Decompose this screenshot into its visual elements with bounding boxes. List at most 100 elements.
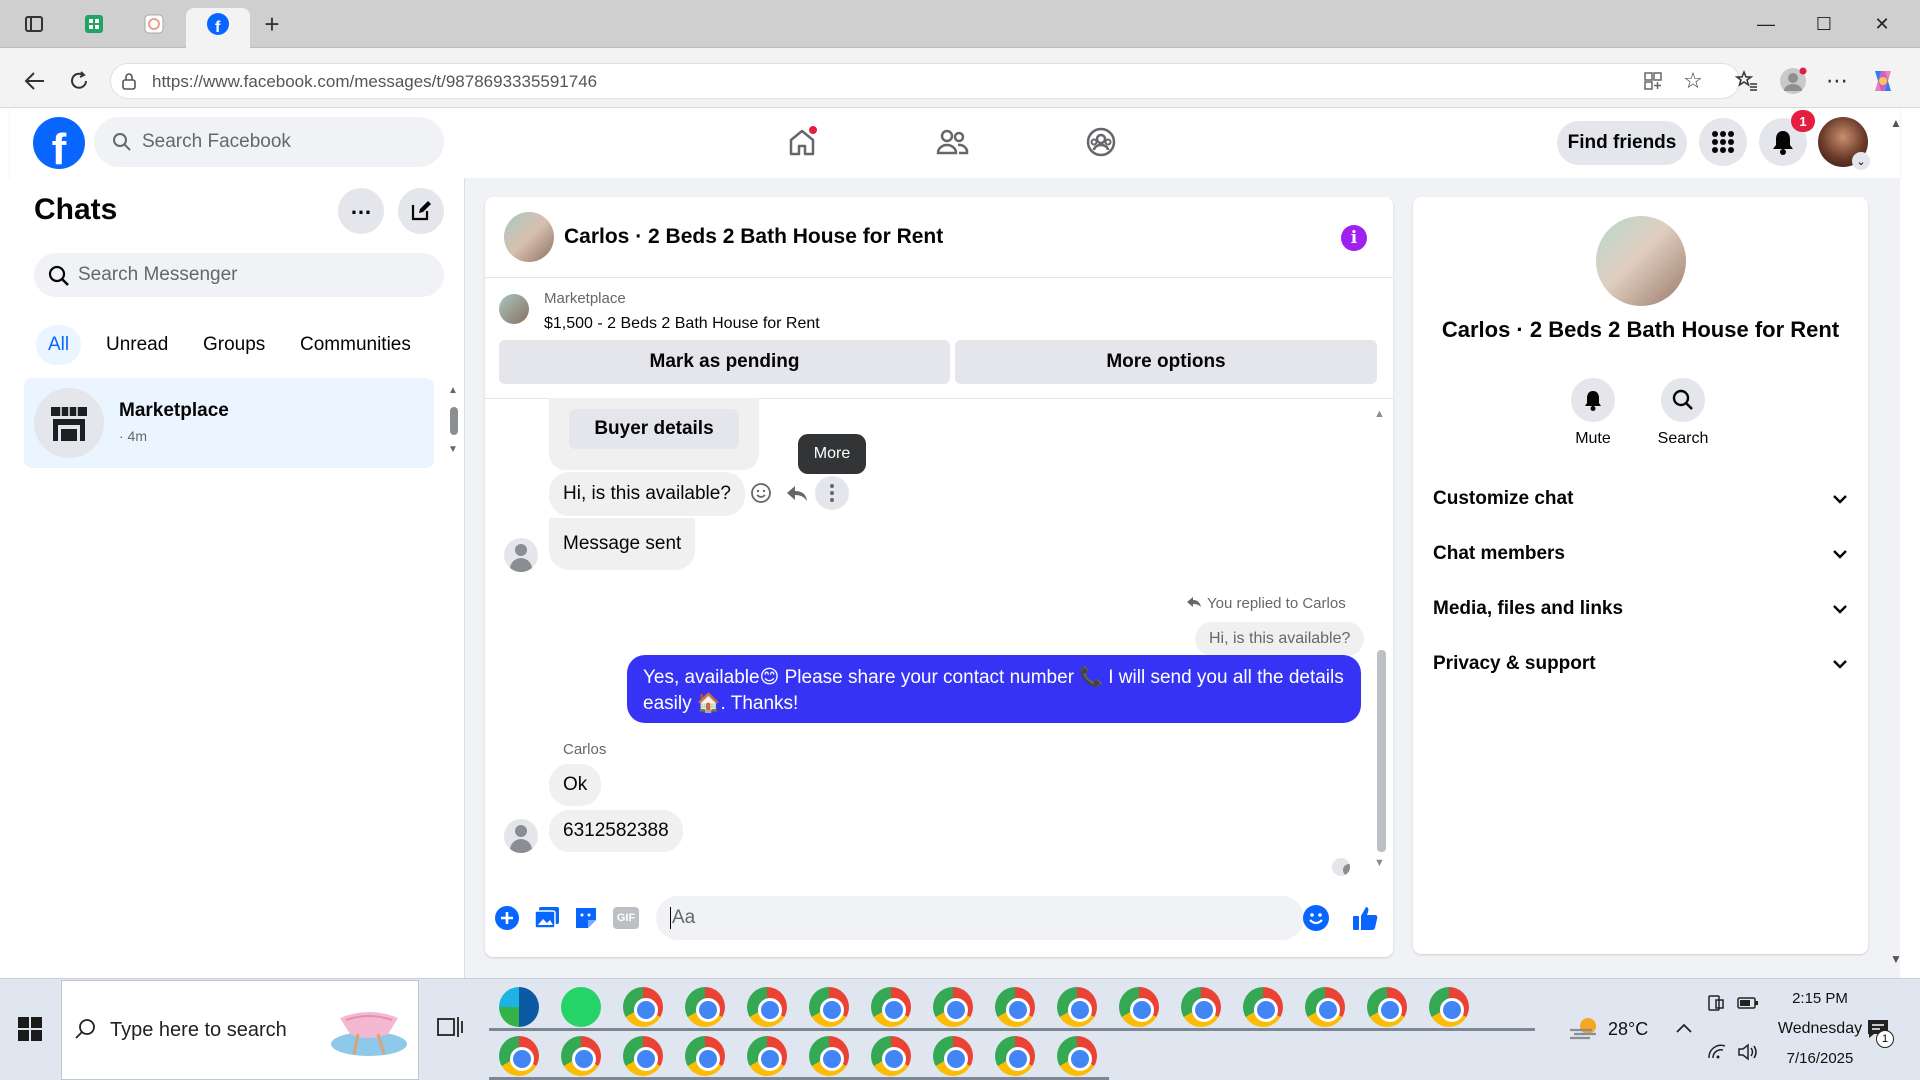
device-icon[interactable] (1707, 994, 1725, 1017)
close-window-button[interactable]: ✕ (1862, 12, 1902, 36)
filter-groups-tab[interactable]: Groups (191, 325, 277, 365)
camera-tab-icon[interactable] (136, 10, 172, 38)
chat-scroll-up-icon[interactable]: ▲ (1374, 408, 1385, 420)
chrome-app-icon[interactable] (623, 987, 663, 1027)
section-privacy-support[interactable]: Privacy & support (1433, 644, 1848, 684)
like-thumb-icon[interactable] (1350, 903, 1380, 933)
chrome-app-icon[interactable] (1057, 1036, 1097, 1076)
page-scroll-up-icon[interactable]: ▲ (1890, 116, 1902, 130)
facebook-logo[interactable]: f (33, 117, 85, 169)
chrome-app-icon[interactable] (747, 987, 787, 1027)
chrome-app-icon[interactable] (933, 1036, 973, 1076)
details-avatar[interactable] (1596, 216, 1686, 306)
chrome-app-icon[interactable] (499, 1036, 539, 1076)
tab-actions-icon[interactable] (16, 10, 52, 38)
favorite-star-icon[interactable]: ☆ (1676, 66, 1710, 96)
mute-button[interactable]: Mute (1548, 378, 1638, 448)
conversation-title[interactable]: Carlos · 2 Beds 2 Bath House for Rent (564, 225, 943, 249)
minimize-button[interactable]: — (1746, 12, 1786, 36)
chrome-app-icon[interactable] (747, 1036, 787, 1076)
chrome-app-icon[interactable] (623, 1036, 663, 1076)
sidebar-scroll-down-icon[interactable]: ▼ (448, 444, 458, 455)
new-tab-button[interactable]: + (254, 9, 290, 39)
chrome-app-icon[interactable] (995, 1036, 1035, 1076)
edge-app-icon[interactable] (499, 987, 539, 1027)
friends-icon[interactable] (928, 120, 976, 164)
mark-as-pending-button[interactable]: Mark as pending (499, 340, 950, 384)
message-bubble-received[interactable]: 6312582388 (549, 810, 683, 852)
clock-day[interactable]: Wednesday (1762, 1020, 1878, 1038)
sticker-icon[interactable] (571, 903, 601, 933)
chrome-app-icon[interactable] (1429, 987, 1469, 1027)
chrome-app-icon[interactable] (871, 987, 911, 1027)
chrome-app-icon[interactable] (1119, 987, 1159, 1027)
page-scroll-down-icon[interactable]: ▼ (1890, 952, 1902, 966)
weather-temp[interactable]: 28°C (1608, 1019, 1648, 1040)
url-text[interactable]: https://www.facebook.com/messages/t/9878… (152, 72, 597, 92)
chrome-app-icon[interactable] (1057, 987, 1097, 1027)
more-actions-icon[interactable] (815, 476, 849, 510)
facebook-search-input[interactable]: Search Facebook (94, 117, 444, 167)
chrome-app-icon[interactable] (1181, 987, 1221, 1027)
groups-icon[interactable] (1077, 120, 1125, 164)
more-menu-icon[interactable]: ⋯ (1820, 66, 1854, 96)
chrome-app-icon[interactable] (933, 987, 973, 1027)
search-conversation-button[interactable]: Search (1638, 378, 1728, 448)
emoji-icon[interactable] (1301, 903, 1331, 933)
info-icon[interactable]: i (1341, 225, 1367, 251)
show-hidden-icons-chevron-icon[interactable] (1675, 1018, 1693, 1039)
task-view-icon[interactable] (436, 1015, 464, 1044)
weather-icon[interactable] (1568, 1016, 1602, 1047)
buyer-details-button[interactable]: Buyer details (569, 409, 739, 449)
chat-scroll-down-icon[interactable]: ▼ (1374, 857, 1385, 869)
profile-icon[interactable] (1776, 66, 1810, 96)
refresh-icon[interactable] (62, 66, 96, 96)
more-options-button[interactable]: More options (955, 340, 1377, 384)
filter-unread-tab[interactable]: Unread (94, 325, 180, 365)
section-media-files-links[interactable]: Media, files and links (1433, 589, 1848, 629)
section-chat-members[interactable]: Chat members (1433, 534, 1848, 574)
photo-icon[interactable] (532, 903, 562, 933)
message-bubble-received[interactable]: Message sent (549, 518, 696, 570)
add-attachment-icon[interactable] (492, 903, 522, 933)
copilot-icon[interactable] (1866, 66, 1900, 96)
gif-icon[interactable]: GIF (611, 903, 641, 933)
message-bubble-received[interactable]: Hi, is this available? (549, 472, 745, 516)
sidebar-scrollbar[interactable] (450, 407, 458, 435)
volume-icon[interactable] (1737, 1043, 1759, 1066)
whatsapp-app-icon[interactable] (561, 987, 601, 1027)
app-available-icon[interactable] (1636, 66, 1670, 96)
listing-title[interactable]: $1,500 - 2 Beds 2 Bath House for Rent (544, 315, 820, 333)
chrome-app-icon[interactable] (871, 1036, 911, 1076)
chats-options-icon[interactable]: … (338, 188, 384, 234)
section-customize-chat[interactable]: Customize chat (1433, 479, 1848, 519)
site-info-icon[interactable] (112, 66, 146, 96)
reply-icon[interactable] (784, 480, 810, 511)
filter-communities-tab[interactable]: Communities (288, 325, 423, 365)
chrome-app-icon[interactable] (1305, 987, 1345, 1027)
sheets-tab-icon[interactable] (76, 10, 112, 38)
messenger-search-input[interactable]: Search Messenger (34, 253, 444, 297)
chrome-app-icon[interactable] (685, 987, 725, 1027)
chrome-app-icon[interactable] (1243, 987, 1283, 1027)
chrome-app-icon[interactable] (685, 1036, 725, 1076)
battery-icon[interactable] (1737, 996, 1759, 1015)
favorites-icon[interactable] (1730, 66, 1764, 96)
clock-date[interactable]: 7/16/2025 (1762, 1050, 1878, 1067)
back-icon[interactable] (18, 66, 52, 96)
find-friends-button[interactable]: Find friends (1557, 121, 1687, 165)
message-bubble-received[interactable]: Ok (549, 764, 602, 806)
maximize-button[interactable]: ☐ (1804, 12, 1844, 36)
chrome-app-icon[interactable] (809, 1036, 849, 1076)
filter-all-tab[interactable]: All (36, 325, 82, 365)
chat-scrollbar[interactable] (1377, 650, 1386, 852)
chrome-app-icon[interactable] (809, 987, 849, 1027)
message-bubble-sent[interactable]: Yes, available😊 Please share your contac… (627, 655, 1361, 723)
wifi-icon[interactable] (1707, 1044, 1727, 1065)
chrome-app-icon[interactable] (1367, 987, 1407, 1027)
clock-time[interactable]: 2:15 PM (1778, 990, 1862, 1007)
message-composer-input[interactable]: Aa (656, 896, 1304, 940)
chrome-app-icon[interactable] (995, 987, 1035, 1027)
chrome-app-icon[interactable] (561, 1036, 601, 1076)
sidebar-scroll-up-icon[interactable]: ▲ (448, 385, 458, 396)
